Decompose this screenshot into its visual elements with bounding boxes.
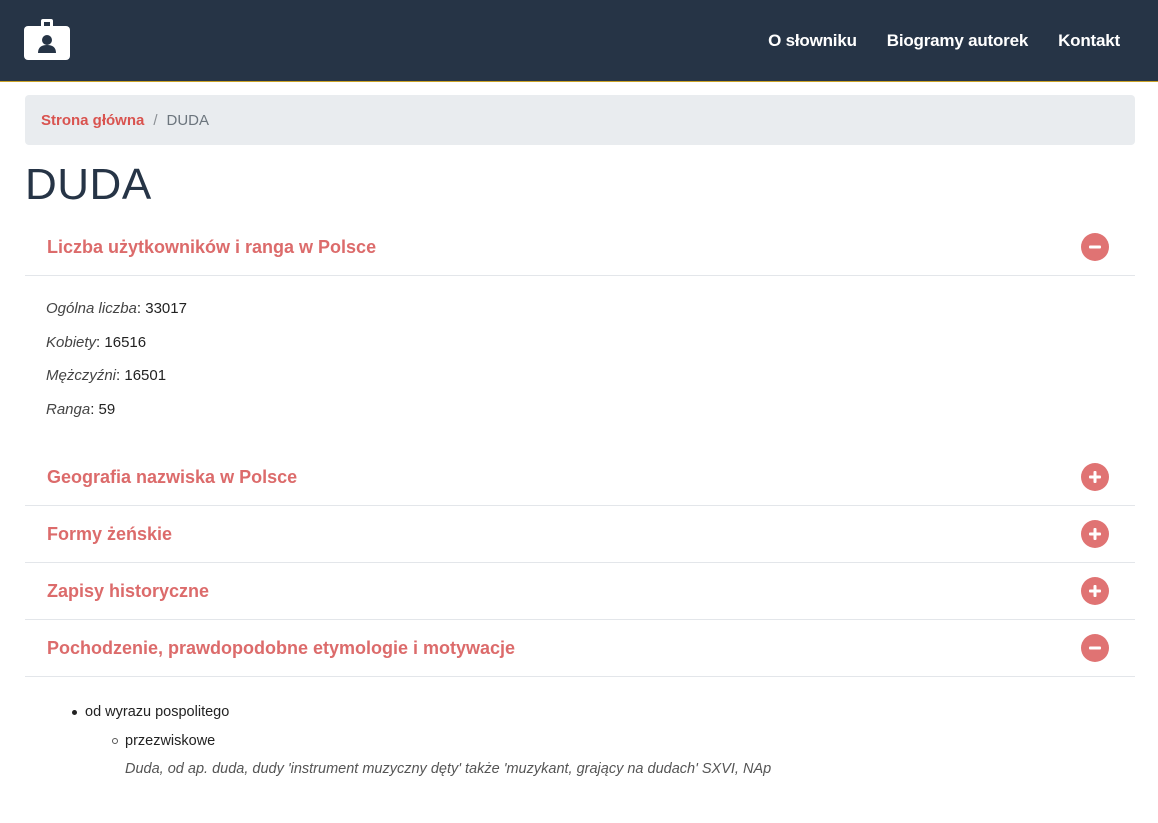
accordion-section-female-forms: Formy żeńskie	[25, 506, 1135, 563]
bullet-icon	[72, 709, 77, 715]
accordion-header-etymology[interactable]: Pochodzenie, prawdopodobne etymologie i …	[25, 620, 1135, 677]
stat-value: 16516	[104, 333, 147, 351]
stat-row-women: Kobiety: 16516	[46, 333, 147, 351]
list-item: od wyrazu pospolitego	[72, 700, 771, 724]
accordion-section-etymology: Pochodzenie, prawdopodobne etymologie i …	[25, 620, 1135, 677]
nav-link-biographies[interactable]: Biogramy autorek	[887, 31, 1029, 51]
minus-circle-icon[interactable]	[1081, 634, 1109, 662]
accordion-title: Zapisy historyczne	[47, 580, 210, 601]
stat-label: Ogólna liczba	[46, 300, 137, 317]
breadcrumb-home-link[interactable]: Strona główna	[41, 112, 144, 129]
nav-link-contact[interactable]: Kontakt	[1058, 31, 1120, 51]
accordion-header-female-forms[interactable]: Formy żeńskie	[25, 506, 1135, 563]
minus-circle-icon[interactable]	[1081, 233, 1109, 261]
plus-circle-icon[interactable]	[1081, 577, 1109, 605]
accordion-title: Geografia nazwiska w Polsce	[47, 466, 298, 487]
page-title: DUDA	[25, 160, 152, 209]
nav-link-about[interactable]: O słowniku	[768, 31, 857, 51]
accordion-section-geography: Geografia nazwiska w Polsce	[25, 449, 1135, 506]
stat-label: Mężczyźni	[46, 367, 117, 384]
stat-label: Kobiety	[46, 333, 97, 351]
stats-list: Ogólna liczba: 33017 Kobiety: 16516 Mężc…	[46, 296, 187, 430]
stat-row-rank: Ranga: 59	[46, 400, 116, 418]
etymology-list: od wyrazu pospolitego przezwiskowe Duda,…	[72, 700, 771, 781]
accordion-section-historical: Zapisy historyczne	[25, 563, 1135, 620]
stat-value: 33017	[145, 300, 187, 317]
list-item: przezwiskowe	[112, 729, 771, 753]
stat-label: Ranga	[46, 400, 91, 418]
breadcrumb-current: DUDA	[166, 111, 210, 129]
plus-circle-icon[interactable]	[1081, 463, 1109, 491]
stat-value: 16501	[124, 367, 167, 384]
stat-row-total: Ogólna liczba: 33017	[46, 300, 187, 317]
accordion-header-geography[interactable]: Geografia nazwiska w Polsce	[25, 449, 1135, 506]
id-badge-logo-icon[interactable]	[24, 19, 70, 60]
etymology-note: Duda, od ap. duda, dudy 'instrument muzy…	[125, 761, 772, 777]
plus-circle-icon[interactable]	[1081, 520, 1109, 548]
main-nav: O słowniku Biogramy autorek Kontakt	[768, 0, 1120, 82]
accordion-section-users: Liczba użytkowników i ranga w Polsce	[25, 219, 1135, 276]
breadcrumb: Strona główna / DUDA	[25, 95, 1135, 145]
breadcrumb-separator: /	[153, 111, 158, 129]
accordion-title: Formy żeńskie	[47, 523, 173, 544]
accordion-title: Liczba użytkowników i ranga w Polsce	[47, 236, 377, 257]
top-navbar: O słowniku Biogramy autorek Kontakt	[0, 0, 1158, 82]
accordion-title: Pochodzenie, prawdopodobne etymologie i …	[47, 637, 516, 658]
stat-value: 59	[98, 400, 116, 418]
circle-bullet-icon	[112, 738, 118, 744]
etymology-item: od wyrazu pospolitego	[85, 704, 230, 720]
accordion-header-historical[interactable]: Zapisy historyczne	[25, 563, 1135, 620]
etymology-subitem: przezwiskowe	[125, 733, 216, 749]
stat-row-men: Mężczyźni: 16501	[46, 367, 167, 384]
accordion-header-users[interactable]: Liczba użytkowników i ranga w Polsce	[25, 219, 1135, 276]
